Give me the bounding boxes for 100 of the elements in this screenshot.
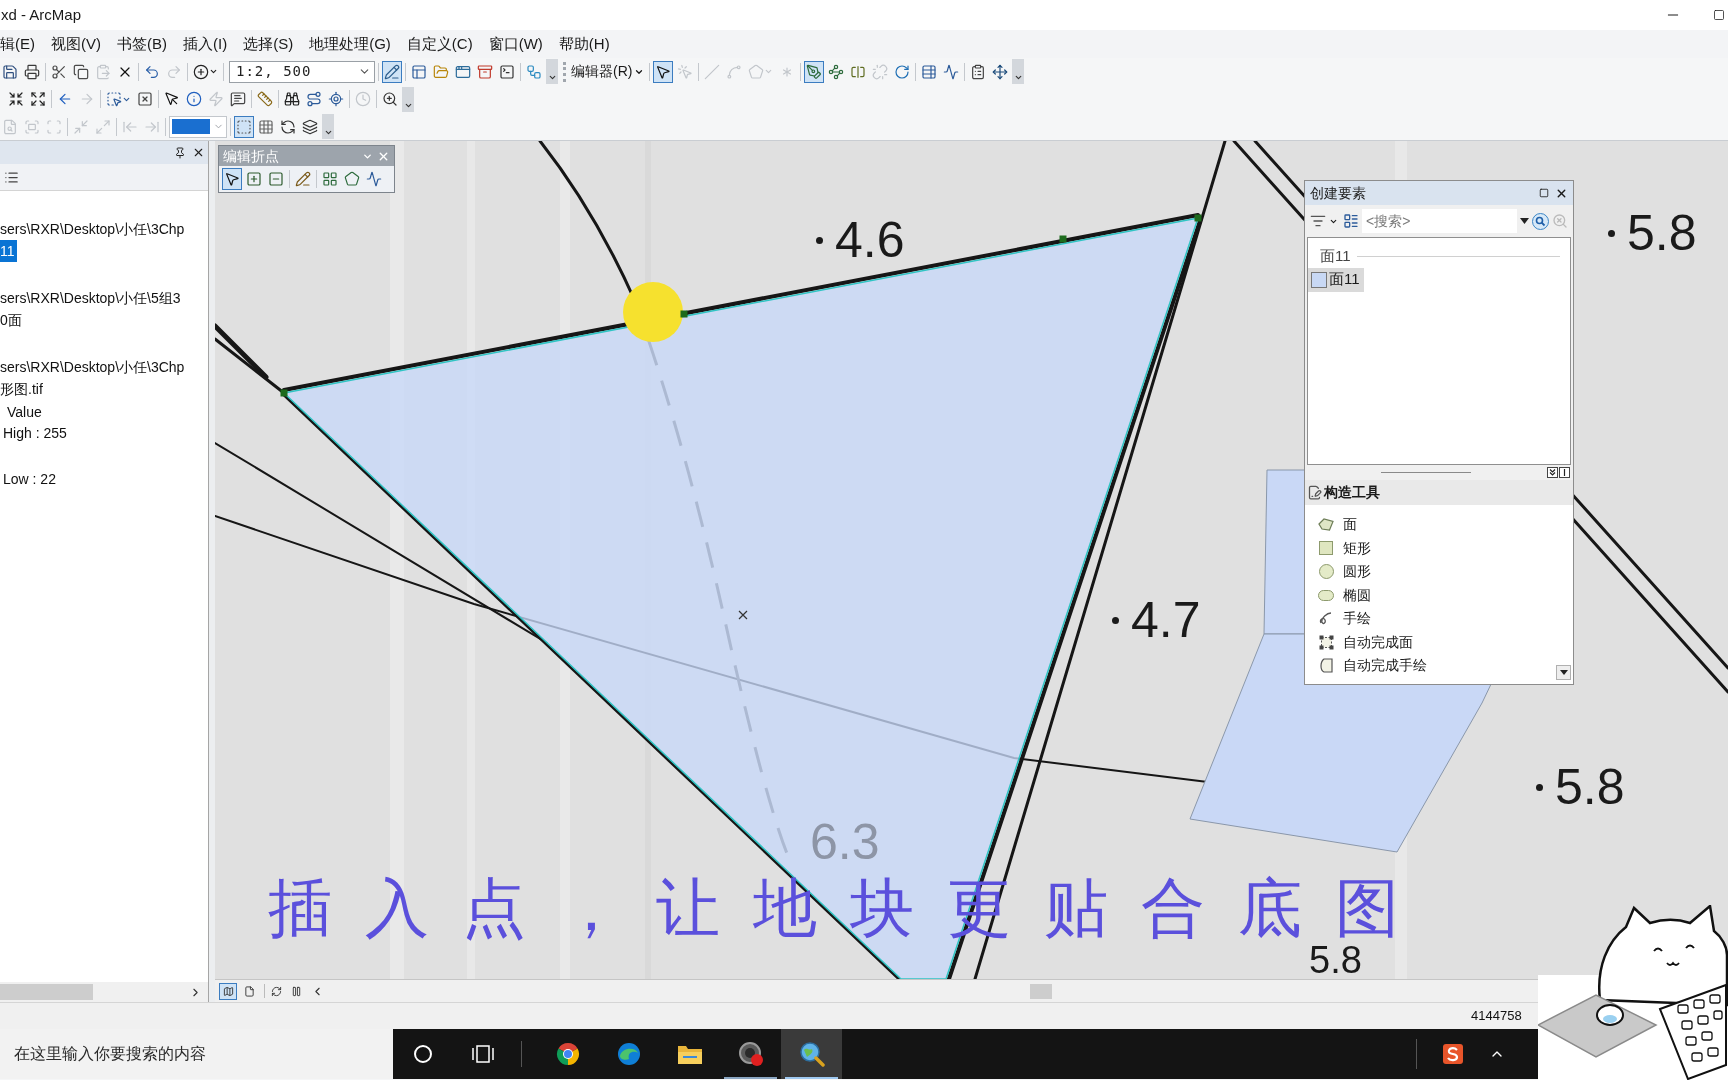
toolbar-title: 编辑折点 (223, 146, 279, 166)
menu-item[interactable]: 视图(V) (51, 32, 101, 56)
layout-list-icon[interactable] (1343, 213, 1359, 229)
pentagon-icon (344, 171, 360, 187)
folder-icon (433, 63, 449, 80)
taskbar-search-field[interactable]: 在这里输入你要搜索的内容 (0, 1029, 393, 1079)
refresh-icon[interactable] (271, 985, 282, 997)
move-arrows-icon (992, 63, 1009, 80)
spot-height-label: 6.3 (810, 817, 880, 867)
pencil-line-icon (295, 171, 311, 187)
globe-magnifier-icon (798, 1041, 825, 1067)
vertex-marker (1059, 235, 1067, 243)
pulse-line-icon (943, 63, 960, 80)
menu-item[interactable]: 自定义(C) (406, 32, 473, 56)
message-icon (230, 91, 246, 107)
data-view-button[interactable] (219, 982, 237, 1000)
panel-title: 创建要素 (1310, 183, 1366, 203)
panel-window-icon (411, 63, 427, 80)
feature-template[interactable]: 面11 (1308, 267, 1364, 292)
clipboard-list-icon (970, 63, 987, 80)
scan-frame-icon (46, 118, 62, 135)
route-icon (306, 91, 322, 107)
pointer-arrow-icon (655, 63, 672, 80)
dashed-square-icon (236, 118, 252, 135)
rotate-arrow-icon (894, 63, 911, 80)
layer-name[interactable]: 形图.tif (0, 378, 43, 400)
line-segment-icon (704, 63, 721, 80)
construction-tool[interactable]: 矩形 (1305, 536, 1375, 560)
menu-item[interactable]: 书签(B) (117, 32, 167, 56)
window-title: xd - ArcMap (0, 4, 82, 25)
task-view-icon (472, 1045, 494, 1063)
construction-tool[interactable]: 手绘 (1305, 607, 1375, 631)
redo-arrow-icon (166, 63, 182, 80)
edit-vertices-button[interactable] (804, 60, 825, 83)
caret-icon (764, 67, 774, 76)
pointer-click-icon (677, 63, 694, 80)
construction-tool[interactable]: 面 (1305, 513, 1361, 537)
dropdown-arrow-icon[interactable] (1520, 218, 1529, 224)
filter-icon[interactable] (1310, 213, 1326, 229)
right-arrow-icon (79, 91, 95, 107)
flowchart-icon (526, 63, 542, 80)
construction-tool[interactable]: 椭圆 (1305, 583, 1375, 607)
layer-source-path: sers\RXR\Desktop\小任\5组3 (0, 289, 181, 308)
focus-data-frame-button[interactable] (234, 115, 254, 138)
scale-dropdown[interactable]: 1:2, 500 (229, 60, 375, 83)
square-x-icon (137, 91, 153, 107)
selection-highlight (172, 119, 210, 134)
printer-icon (24, 63, 40, 80)
page-icon (243, 985, 255, 997)
layer-name[interactable]: 0面 (0, 309, 22, 331)
menu-item[interactable]: 窗口(W) (488, 32, 543, 56)
vertex-marker (1194, 214, 1202, 222)
pane-icon[interactable] (1559, 467, 1570, 478)
menu-item[interactable]: 选择(S) (243, 32, 294, 56)
archive-box-icon (477, 63, 493, 80)
square-plus-icon (246, 171, 262, 187)
layer-name[interactable]: 11 (0, 240, 17, 262)
page-search-icon (2, 118, 18, 135)
s-logo-icon[interactable] (1443, 1044, 1463, 1064)
template-group-label: 面11 (1320, 246, 1351, 266)
clock-icon (355, 91, 371, 107)
pointer-icon (164, 91, 180, 107)
edit-tool-button[interactable] (653, 60, 674, 83)
fullscreen-icon (24, 118, 40, 135)
double-chevron-icon[interactable] (1547, 467, 1558, 478)
menu-item[interactable]: 插入(I) (183, 32, 228, 56)
maximize-icon[interactable] (1539, 188, 1549, 198)
binoculars-icon (284, 91, 300, 107)
maximize-icon[interactable] (1713, 9, 1725, 21)
zoom-dropdown[interactable] (169, 115, 227, 138)
highlight-circle (623, 282, 683, 342)
editor-toolbar-button[interactable] (382, 60, 402, 83)
caret-icon (209, 67, 218, 76)
template-search-field[interactable]: <搜索> (1362, 209, 1517, 233)
running-indicator (724, 1077, 777, 1079)
list-icon[interactable] (4, 169, 19, 185)
scroll-down-icon[interactable] (1556, 664, 1571, 680)
legend-label: Low : 22 (2, 470, 56, 489)
close-icon[interactable] (192, 146, 205, 159)
scrollbar-thumb[interactable] (0, 984, 93, 1000)
split-square-icon (850, 63, 867, 80)
caret-icon (547, 73, 557, 82)
taskbar-app-button[interactable] (781, 1029, 842, 1079)
menu-item[interactable]: 辑(E) (0, 32, 35, 56)
construction-tool[interactable]: 自动完成面 (1305, 630, 1417, 654)
construction-tool[interactable]: 圆形 (1305, 560, 1375, 584)
pin-icon[interactable] (174, 146, 186, 159)
legend-field: Value (0, 402, 42, 423)
editor-menu[interactable]: 编辑器(R) (569, 60, 647, 83)
spot-height-label: 5.8 (1555, 762, 1625, 812)
search-icon[interactable] (1532, 212, 1549, 230)
pause-icon[interactable] (291, 985, 302, 997)
spot-height-label: 5.8 (1627, 208, 1697, 258)
menu-item[interactable]: 地理处理(G) (309, 32, 391, 56)
menu-item[interactable]: 帮助(H) (558, 32, 610, 56)
construction-tool[interactable]: 自动完成手绘 (1305, 654, 1431, 678)
scrollbar-thumb[interactable] (1030, 983, 1052, 999)
modify-vertices-button[interactable] (222, 168, 242, 190)
swatch-icon (1311, 271, 1327, 288)
waypoints-icon (828, 63, 845, 80)
